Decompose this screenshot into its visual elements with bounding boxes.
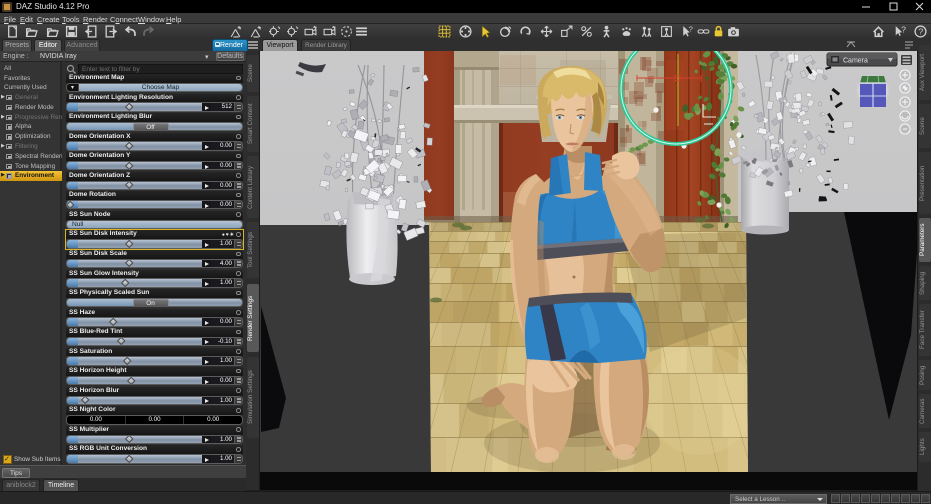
svg-text:?: ?	[901, 25, 906, 35]
svg-text:?: ?	[689, 25, 693, 34]
svg-text:Camera: Camera	[843, 58, 868, 65]
svg-text:?: ?	[918, 27, 923, 37]
